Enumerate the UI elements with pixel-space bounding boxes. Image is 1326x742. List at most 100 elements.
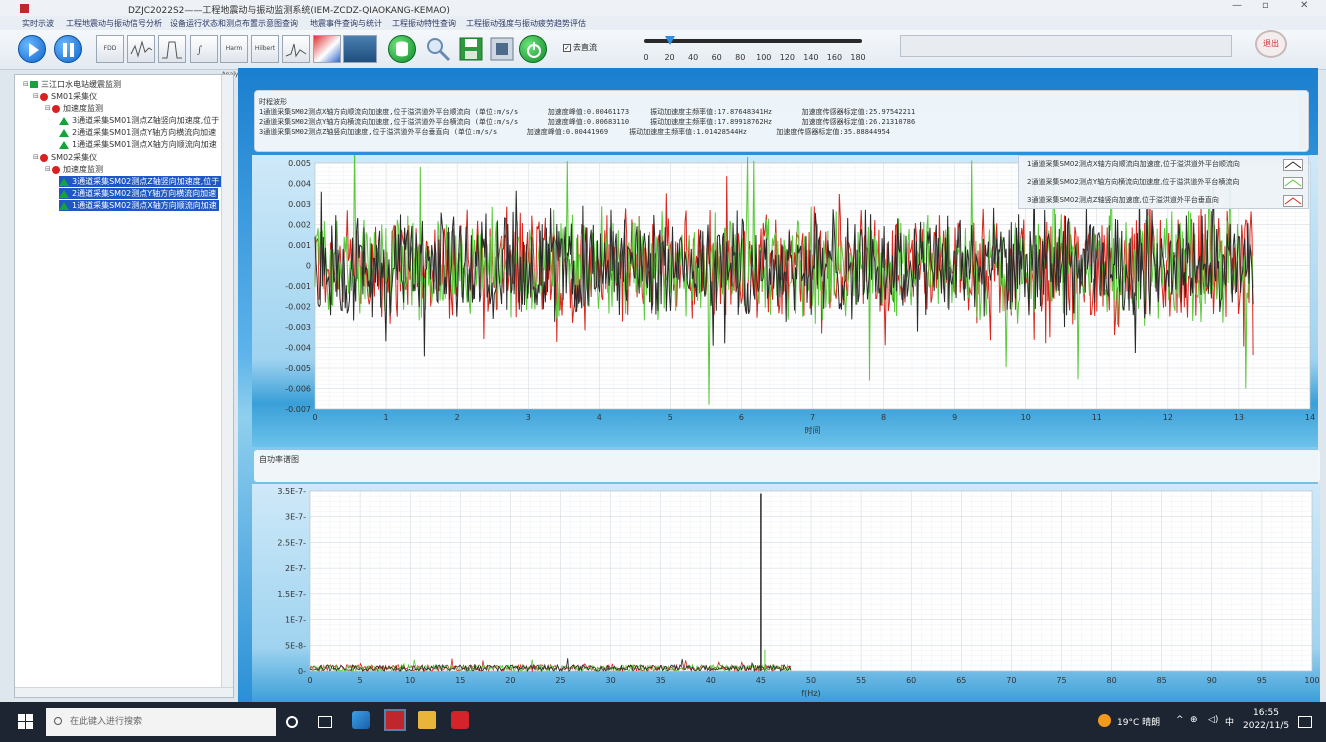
tree-node-sm02-ch1[interactable]: 1通道采集SM02测点X轴方向顺流向加速 [59,200,219,211]
y-tick-label: -0.006 [285,385,311,394]
hilbert-button[interactable]: Hilbert [251,35,279,63]
tree-node-sm01-ch1[interactable]: 1通道采集SM01测点X轴方向顺流向加速 [59,139,217,150]
clock-date[interactable]: 2022/11/5 [1243,721,1289,731]
integral-button[interactable]: ∫ [190,35,218,63]
x-tick-label: 35 [656,676,666,685]
tree-node-sm01-ch3[interactable]: 3通道采集SM01测点Z轴竖向加速度,位于 [59,115,219,126]
speed-slider[interactable]: 0 20 40 60 80 100 120 140 160 180 [640,36,866,64]
cortana-icon[interactable] [286,716,298,728]
slider-track[interactable] [644,39,862,43]
tree-node-sm01-ch2[interactable]: 2通道采集SM01测点Y轴方向横流向加速 [59,127,216,138]
wave-button[interactable] [127,35,155,63]
export-button[interactable] [488,35,516,63]
spectrum-chart[interactable]: 0- 5E-8- 1E-7- 1.5E-7- 2E-7- 2.5E-7- 3E-7- 3.5E… [252,484,1320,702]
tree-horizontal-scrollbar[interactable] [15,687,233,697]
play-button[interactable] [18,35,46,63]
filter-button[interactable] [158,35,186,63]
tree-node-root[interactable]: ⊟ 三江口水电站缓震监测 [23,79,121,90]
channel-icon [59,128,69,137]
slider-tick-label: 140 [803,53,819,62]
collapse-icon[interactable]: ⊟ [45,164,51,175]
taskbar-search-box[interactable]: 在此键入进行搜索 [46,708,276,736]
database-button[interactable] [388,35,416,63]
notification-icon[interactable] [1298,716,1312,728]
legend-item-ch3[interactable]: 3通道采集SM02测点Z轴竖向加速度,位于溢洪道外平台垂直向 [1027,195,1307,207]
weather-text[interactable]: 19°C 晴朗 [1117,715,1160,728]
legend-swatch [1283,195,1303,207]
volume-icon[interactable]: ◁) [1208,715,1218,725]
tree-node-sm02-ch3[interactable]: 3通道采集SM02测点Z轴竖向加速度,位于 [59,176,222,187]
tree-node-sm02-ch2[interactable]: 2通道采集SM02测点Y轴方向横流向加速 [59,188,219,199]
x-tick-label: 14 [1305,413,1315,422]
menu-item-analysis[interactable]: 工程地震动与振动信号分析 [66,18,162,29]
x-tick-label: 100 [1304,676,1319,685]
dc-remove-checkbox[interactable]: ✓ 去直流 [563,42,597,53]
slider-thumb[interactable] [664,36,675,45]
harm-analysis-button[interactable]: Harm Analysis [220,35,248,78]
minimize-icon[interactable]: — [1232,0,1242,11]
collapse-icon[interactable]: ⊟ [45,103,51,114]
status-display [900,35,1232,57]
slider-tick-label: 180 [850,53,866,62]
maximize-icon[interactable]: ▫ [1262,0,1269,11]
screen-button[interactable] [343,35,377,63]
spectrum-button[interactable] [282,35,310,63]
y-tick-label: 0.005 [288,159,311,168]
tree-node-sm01-accel[interactable]: ⊟ 加速度监测 [45,103,103,114]
x-tick-label: 8 [881,413,886,422]
save-button[interactable] [457,35,485,63]
close-icon[interactable]: ✕ [1300,0,1308,11]
wps-icon[interactable] [451,711,469,729]
legend-item-ch2[interactable]: 2通道采集SM02测点Y轴方向横流向加速度,位于溢洪道外平台横流向 [1027,177,1307,189]
slider-tick-label: 60 [711,53,722,62]
legend-item-ch1[interactable]: 1通道采集SM02测点X轴方向顺流向加速度,位于溢洪道外平台顺流向 [1027,159,1307,171]
tool-button[interactable] [313,35,341,63]
chart-legend: 1通道采集SM02测点X轴方向顺流向加速度,位于溢洪道外平台顺流向 2通道采集S… [1018,155,1309,209]
clock-time[interactable]: 16:55 [1253,708,1279,718]
collapse-icon[interactable]: ⊟ [23,79,29,90]
menu-item-device-status[interactable]: 设备运行状态和测点布置示意图查询 [170,18,298,29]
network-icon[interactable]: ⊕ [1190,715,1198,725]
exit-button[interactable]: 退出 [1255,30,1287,58]
weather-icon [1098,714,1111,727]
windows-start-icon[interactable] [18,714,34,730]
menu-item-realtime[interactable]: 实时示波 [22,18,54,29]
menu-item-fatigue[interactable]: 工程振动强度与振动疲劳趋势评估 [466,18,586,29]
tree-vertical-scrollbar[interactable] [221,75,233,697]
collapse-icon[interactable]: ⊟ [33,152,39,163]
monitoring-app-icon[interactable] [384,709,406,731]
app-icon [20,4,29,13]
ime-indicator[interactable]: 中 [1225,715,1234,728]
fdd-button[interactable]: FDD [96,35,124,63]
tree-node-sm01[interactable]: ⊟ SM01采集仪 [33,91,97,102]
tree-node-label: 1通道采集SM02测点X轴方向顺流向加速 [72,201,217,210]
tree-node-label: 加速度监测 [63,165,103,174]
file-explorer-icon[interactable] [418,711,436,729]
slider-tick-label: 100 [756,53,772,62]
menu-item-vibration-query[interactable]: 工程振动特性查询 [392,18,456,29]
x-tick-label: 13 [1234,413,1244,422]
power-button[interactable] [519,35,547,63]
tray-expand-icon[interactable]: ^ [1176,715,1184,725]
edge-browser-icon[interactable] [352,711,370,729]
toolbar: FDD ∫ Harm Analysis Hilbert [0,30,1326,78]
y-tick-label: -0.003 [285,323,311,332]
pause-icon [63,43,74,57]
tree-node-label: 三江口水电站缓震监测 [41,80,121,89]
wave-icon [130,40,153,58]
legend-label: 3通道采集SM02测点Z轴竖向加速度,位于溢洪道外平台垂直向 [1027,196,1219,204]
dc-remove-label: 去直流 [573,43,597,52]
tree-node-sm02[interactable]: ⊟ SM02采集仪 [33,152,97,163]
channel-icon [59,189,69,198]
slider-tick-label: 40 [688,53,699,62]
collapse-icon[interactable]: ⊟ [33,91,39,102]
y-tick-label: 0 [306,262,311,271]
task-view-icon[interactable] [318,716,332,728]
pause-button[interactable] [54,35,82,63]
menu-item-event-query[interactable]: 地震事件查询与统计 [310,18,382,29]
search-button[interactable] [424,35,452,63]
info-scrollbar[interactable] [1299,94,1306,149]
tree-node-sm02-accel[interactable]: ⊟ 加速度监测 [45,164,103,175]
station-icon [30,81,38,88]
database-icon [396,41,408,57]
